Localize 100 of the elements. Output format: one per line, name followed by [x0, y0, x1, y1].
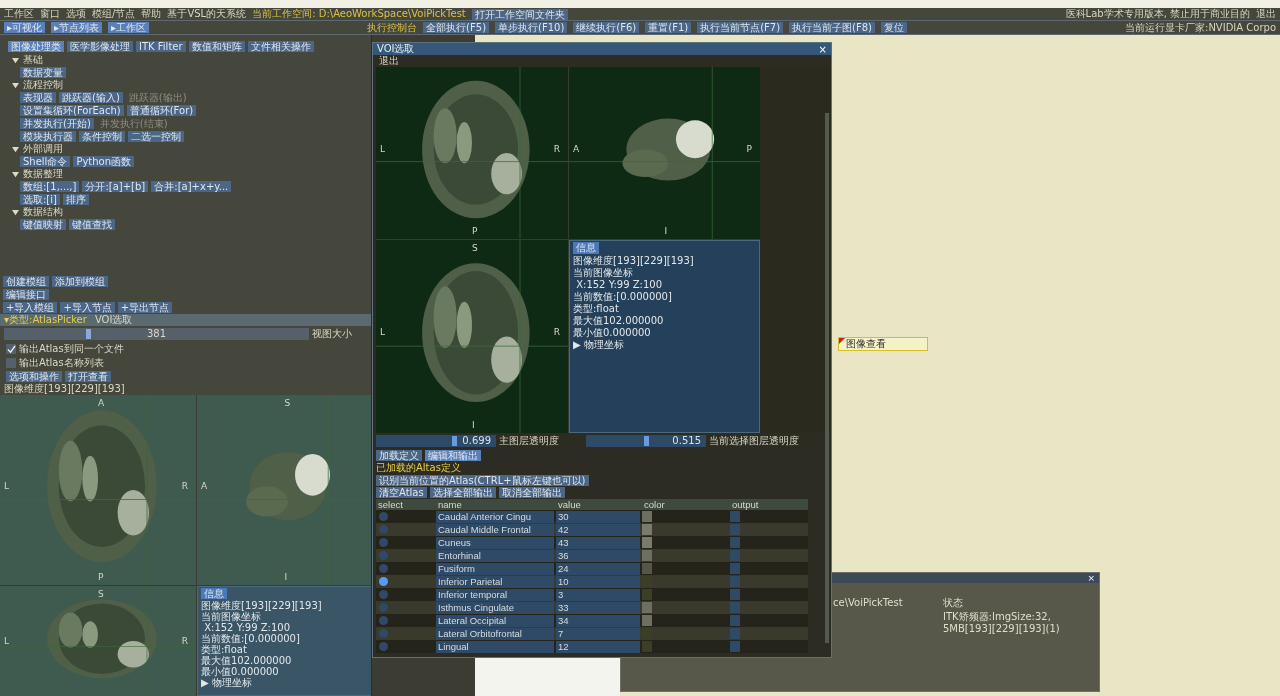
- value-cell[interactable]: 43: [556, 536, 640, 549]
- node-button[interactable]: 合并:[a]+x+y...: [151, 181, 232, 192]
- opacity-slider[interactable]: 0.515: [586, 435, 706, 447]
- checkbox[interactable]: [6, 344, 16, 354]
- node-button[interactable]: 表现器: [20, 92, 56, 103]
- module-button[interactable]: 编辑接口: [3, 289, 49, 300]
- expand-arrow-icon[interactable]: [12, 145, 19, 153]
- value-cell[interactable]: 7: [556, 627, 640, 640]
- select-radio[interactable]: [379, 629, 388, 638]
- panel-toggle[interactable]: ▸工作区: [108, 22, 150, 33]
- category-tab[interactable]: ITK Filter: [136, 41, 186, 52]
- scrollbar[interactable]: [825, 113, 829, 643]
- value-cell[interactable]: 3: [556, 588, 640, 601]
- output-checkbox[interactable]: [730, 602, 740, 613]
- select-radio[interactable]: [379, 616, 388, 625]
- color-swatch[interactable]: [642, 563, 652, 574]
- node-button[interactable]: Python函数: [73, 156, 135, 167]
- category-tab[interactable]: 数值和矩阵: [188, 41, 245, 52]
- expand-arrow-icon[interactable]: [12, 170, 19, 178]
- run-button[interactable]: 重置(F1): [645, 22, 692, 33]
- color-swatch[interactable]: [642, 615, 652, 626]
- node-button[interactable]: 跳跃器(输入): [59, 92, 123, 103]
- node-button[interactable]: 键值映射: [20, 219, 66, 230]
- output-checkbox[interactable]: [730, 511, 740, 522]
- expand-arrow-icon[interactable]: [12, 56, 19, 64]
- select-radio[interactable]: [379, 577, 388, 586]
- module-button[interactable]: +导入节点: [60, 302, 115, 313]
- output-checkbox[interactable]: [730, 589, 740, 600]
- output-checkbox[interactable]: [730, 563, 740, 574]
- node-button[interactable]: 模块执行器: [20, 131, 76, 142]
- dialog-tab[interactable]: 加载定义: [376, 450, 422, 461]
- identify-atlas-button[interactable]: 识别当前位置的Atlas(CTRL+鼠标左键也可以): [376, 475, 589, 486]
- action-button[interactable]: 清空Atlas: [376, 487, 427, 498]
- close-button[interactable]: ×: [818, 43, 827, 55]
- module-button[interactable]: +导出节点: [117, 302, 173, 313]
- view-size-slider[interactable]: 381: [4, 328, 309, 340]
- value-cell[interactable]: 36: [556, 549, 640, 562]
- exit-menu-item[interactable]: 退出: [379, 55, 399, 67]
- node-button[interactable]: 键值查找: [69, 219, 115, 230]
- category-tab[interactable]: 文件相关操作: [247, 41, 314, 52]
- run-button[interactable]: 执行当前子图(F8): [789, 22, 875, 33]
- opacity-slider[interactable]: 0.699: [376, 435, 496, 447]
- output-checkbox[interactable]: [730, 576, 740, 587]
- select-radio[interactable]: [379, 603, 388, 612]
- dialog-tab[interactable]: 编辑和输出: [425, 450, 481, 461]
- module-button[interactable]: 创建模组: [3, 276, 49, 287]
- select-radio[interactable]: [379, 512, 388, 521]
- run-button[interactable]: 复位: [881, 22, 907, 33]
- output-checkbox[interactable]: [730, 524, 740, 535]
- color-swatch[interactable]: [642, 602, 652, 613]
- node-button[interactable]: 排序: [62, 194, 89, 205]
- node-button[interactable]: 设置集循环(ForEach): [20, 105, 124, 116]
- value-cell[interactable]: 30: [556, 510, 640, 523]
- color-swatch[interactable]: [642, 641, 652, 652]
- node-button[interactable]: Shell命令: [20, 156, 71, 167]
- action-button[interactable]: 选择全部输出: [429, 487, 496, 498]
- node-button[interactable]: 数组:[1,...,]: [20, 181, 80, 192]
- color-swatch[interactable]: [642, 537, 652, 548]
- physical-coords-toggle[interactable]: ▶ 物理坐标: [201, 677, 252, 688]
- category-tab[interactable]: 图像处理类: [8, 41, 64, 52]
- node-button[interactable]: 数据变量: [20, 67, 66, 78]
- select-radio[interactable]: [379, 525, 388, 534]
- run-button[interactable]: 全部执行(F5): [423, 22, 490, 33]
- image-view-field[interactable]: 图像查看: [838, 337, 928, 351]
- physical-coords-toggle[interactable]: ▶ 物理坐标: [573, 339, 624, 351]
- run-button[interactable]: 单步执行(F10): [495, 22, 568, 33]
- value-cell[interactable]: 33: [556, 601, 640, 614]
- select-radio[interactable]: [379, 538, 388, 547]
- menu-item[interactable]: 选项: [66, 7, 86, 21]
- output-checkbox[interactable]: [730, 628, 740, 639]
- run-button[interactable]: 继续执行(F6): [573, 22, 640, 33]
- value-cell[interactable]: 34: [556, 614, 640, 627]
- select-radio[interactable]: [379, 590, 388, 599]
- value-cell[interactable]: 24: [556, 562, 640, 575]
- open-folder-button[interactable]: 打开工作空间文件夹: [471, 8, 568, 20]
- output-checkbox[interactable]: [730, 615, 740, 626]
- output-checkbox[interactable]: [730, 550, 740, 561]
- module-button[interactable]: +导入模组: [3, 302, 58, 313]
- expand-arrow-icon[interactable]: [12, 81, 19, 89]
- node-button[interactable]: 并发执行(开始): [20, 118, 94, 129]
- node-button[interactable]: 选取:[i]: [20, 194, 60, 205]
- menu-item[interactable]: 窗口: [40, 7, 60, 21]
- value-cell[interactable]: 10: [556, 575, 640, 588]
- output-checkbox[interactable]: [730, 641, 740, 652]
- color-swatch[interactable]: [642, 576, 652, 587]
- select-radio[interactable]: [379, 642, 388, 651]
- checkbox[interactable]: [6, 358, 16, 368]
- panel-toggle[interactable]: ▸节点列表: [51, 22, 103, 33]
- output-checkbox[interactable]: [730, 537, 740, 548]
- expand-arrow-icon[interactable]: [12, 208, 19, 216]
- color-swatch[interactable]: [642, 550, 652, 561]
- category-tab[interactable]: 医学影像处理: [67, 41, 133, 52]
- menu-item[interactable]: 基于VSL的天系统: [167, 7, 247, 21]
- select-radio[interactable]: [379, 564, 388, 573]
- node-button[interactable]: 分开:[a]+[b]: [82, 181, 149, 192]
- option-button[interactable]: 选项和操作: [6, 371, 62, 382]
- node-button[interactable]: 条件控制: [79, 131, 125, 142]
- color-swatch[interactable]: [642, 524, 652, 535]
- color-swatch[interactable]: [642, 628, 652, 639]
- menu-item[interactable]: 模组/节点: [92, 7, 136, 21]
